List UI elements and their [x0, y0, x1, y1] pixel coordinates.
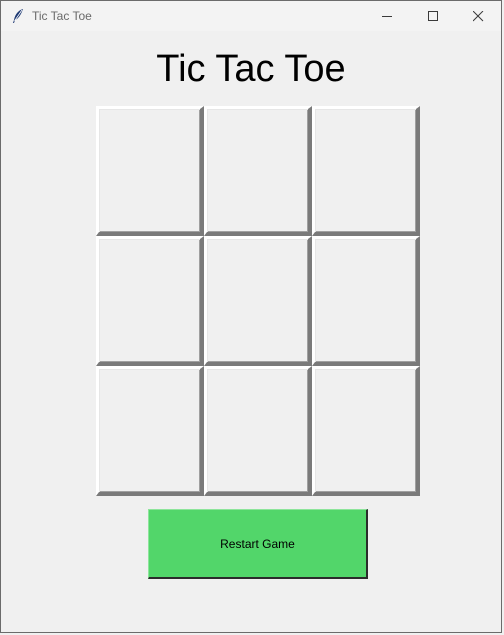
board-cell-2-0[interactable]	[96, 366, 204, 496]
minimize-button[interactable]	[365, 1, 410, 31]
game-heading: Tic Tac Toe	[156, 48, 346, 90]
board-cell-0-0[interactable]	[96, 106, 204, 236]
board-cell-1-1[interactable]	[204, 236, 312, 366]
app-window: Tic Tac Toe Tic Tac Toe Restart Game	[0, 0, 502, 633]
board-cell-0-1[interactable]	[204, 106, 312, 236]
feather-icon	[13, 9, 23, 23]
board-cell-1-2[interactable]	[312, 236, 420, 366]
minimize-icon	[382, 16, 392, 17]
maximize-button[interactable]	[411, 1, 456, 31]
close-button[interactable]	[456, 1, 501, 31]
board-cell-2-2[interactable]	[312, 366, 420, 496]
window-title: Tic Tac Toe	[32, 9, 92, 23]
title-bar[interactable]: Tic Tac Toe	[1, 1, 501, 31]
game-board	[96, 106, 420, 496]
board-cell-0-2[interactable]	[312, 106, 420, 236]
restart-game-button[interactable]: Restart Game	[148, 509, 368, 579]
maximize-icon	[428, 11, 438, 21]
board-cell-1-0[interactable]	[96, 236, 204, 366]
board-cell-2-1[interactable]	[204, 366, 312, 496]
close-icon	[473, 11, 484, 22]
